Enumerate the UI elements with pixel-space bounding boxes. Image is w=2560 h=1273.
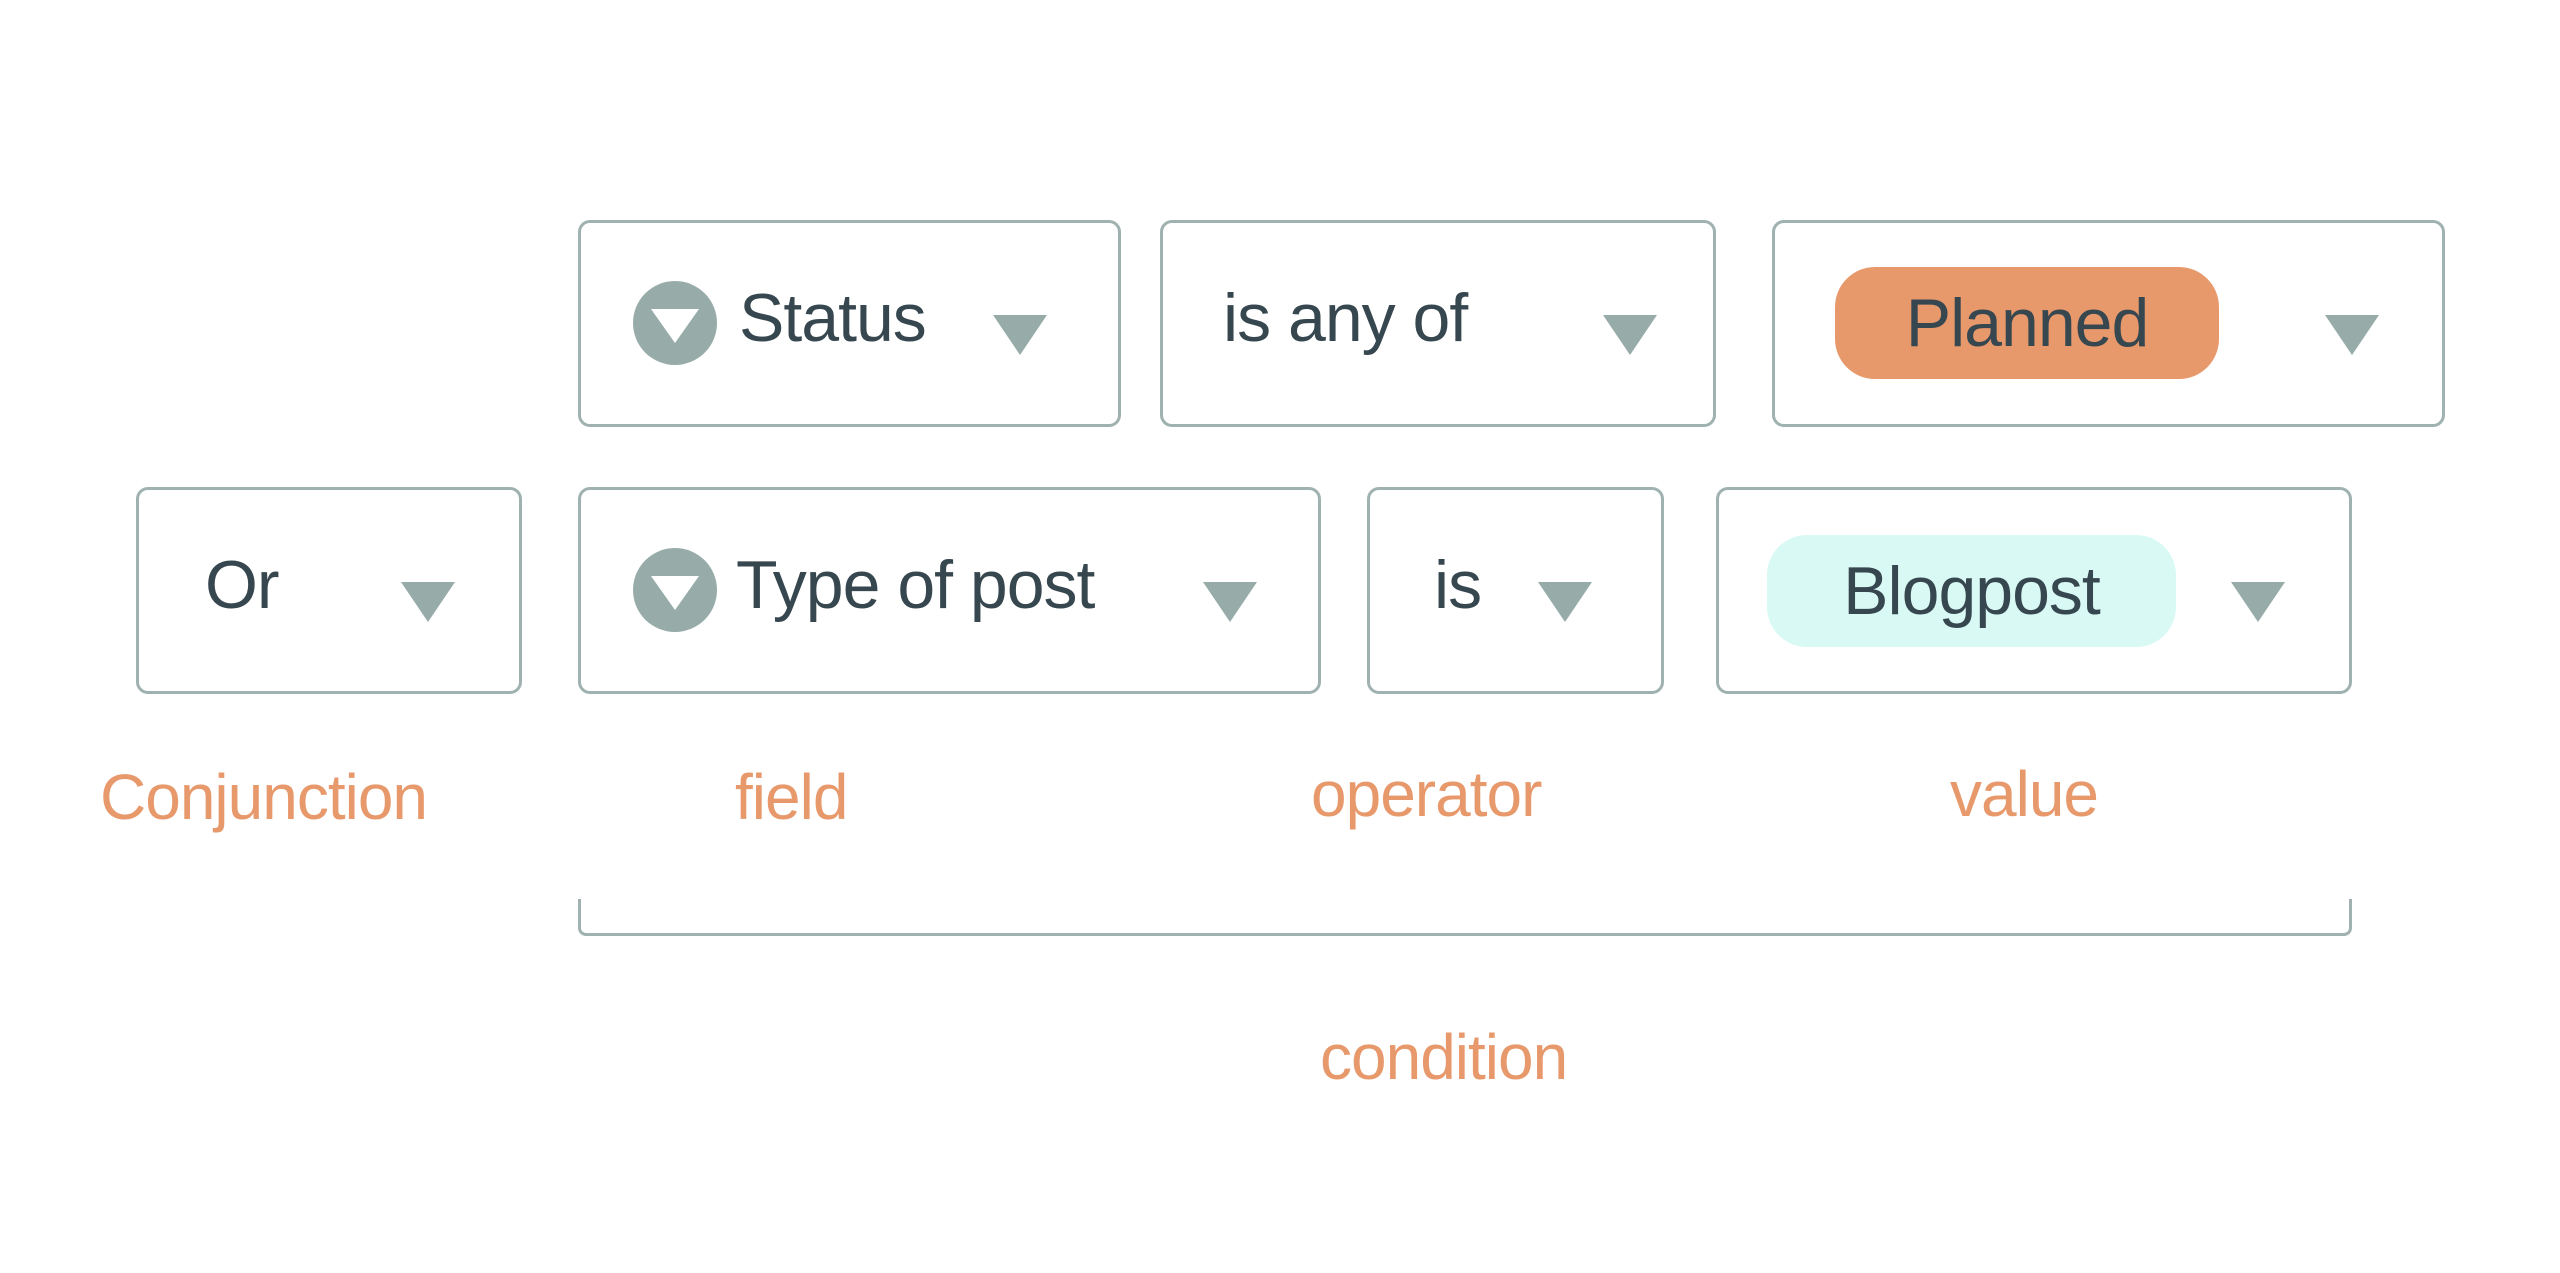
- row2-value-select[interactable]: Blogpost: [1716, 487, 2352, 694]
- value-tag-planned: Planned: [1835, 267, 2219, 379]
- chevron-down-icon[interactable]: [1603, 315, 1657, 355]
- conjunction-annotation: Conjunction: [100, 761, 428, 833]
- chevron-down-icon[interactable]: [2325, 315, 2379, 355]
- condition-bracket: [578, 899, 2352, 936]
- row2-field-select[interactable]: Type of post: [578, 487, 1321, 694]
- chevron-down-icon[interactable]: [1538, 582, 1592, 622]
- chevron-down-icon[interactable]: [401, 582, 455, 622]
- row1-operator-select[interactable]: is any of: [1160, 220, 1716, 427]
- row2-field-label: Type of post: [736, 547, 1095, 623]
- operator-annotation: operator: [1311, 758, 1542, 830]
- row2-operator-select[interactable]: is: [1367, 487, 1664, 694]
- field-type-icon: [633, 548, 717, 632]
- conjunction-select[interactable]: Or: [136, 487, 522, 694]
- field-annotation: field: [735, 761, 848, 833]
- row2-operator-label: is: [1434, 547, 1482, 623]
- chevron-down-icon[interactable]: [993, 315, 1047, 355]
- row2-value-label: Blogpost: [1843, 553, 2101, 629]
- row1-operator-label: is any of: [1223, 280, 1468, 356]
- chevron-down-icon[interactable]: [1203, 582, 1257, 622]
- row1-value-label: Planned: [1905, 285, 2150, 361]
- row1-field-select[interactable]: Status: [578, 220, 1121, 427]
- field-type-icon: [633, 281, 717, 365]
- condition-annotation: condition: [1320, 1021, 1568, 1093]
- value-tag-blogpost: Blogpost: [1767, 535, 2176, 647]
- conjunction-label: Or: [205, 547, 280, 623]
- row1-value-select[interactable]: Planned: [1772, 220, 2445, 427]
- chevron-down-icon[interactable]: [2231, 582, 2285, 622]
- row1-field-label: Status: [739, 280, 927, 356]
- value-annotation: value: [1950, 758, 2099, 830]
